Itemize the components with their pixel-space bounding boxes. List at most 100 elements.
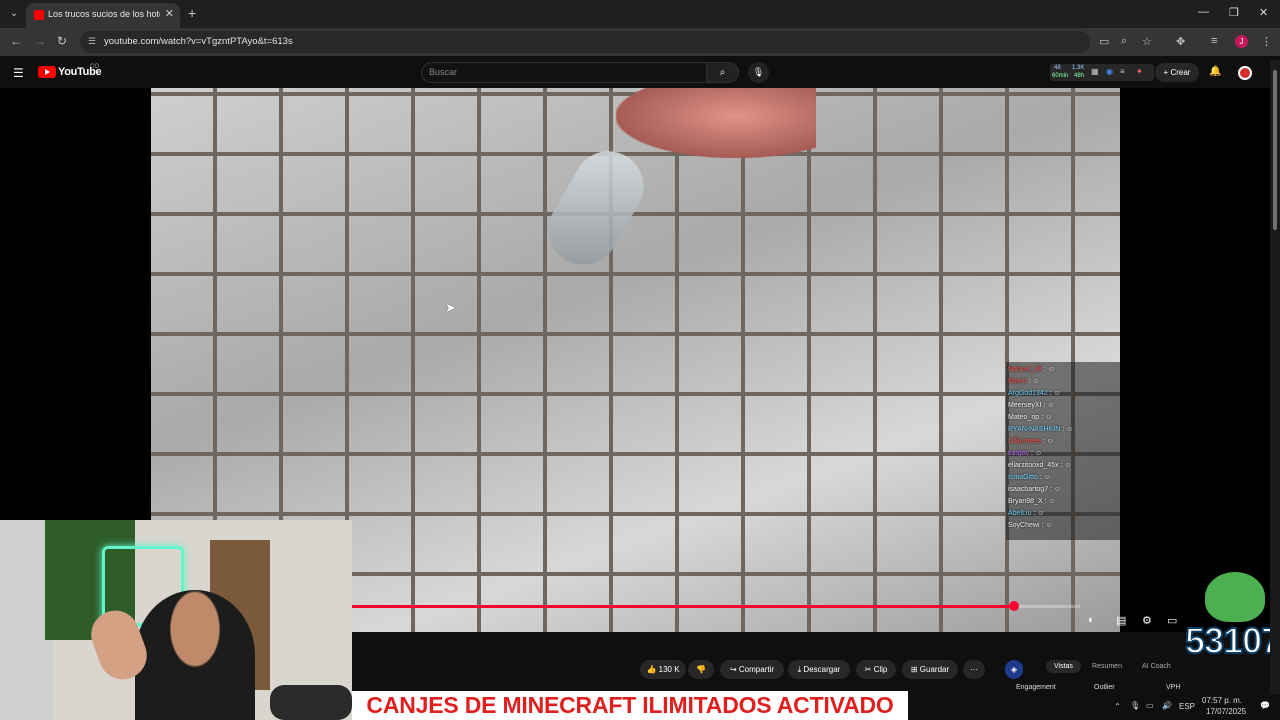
search-button[interactable]: ⌕ [706,62,739,83]
browser-menu-icon[interactable]: ⋮ [1261,35,1272,48]
thumbs-down-icon: 👎 [696,665,706,674]
pepe-emote-icon [1205,572,1265,622]
video-frame-object [535,138,657,278]
country-code: CO [90,64,99,70]
dislike-button[interactable]: 👎 [688,660,714,679]
tray-network-icon[interactable]: ▭ [1146,701,1154,710]
miniplayer-icon[interactable]: ▭ [1167,614,1177,627]
back-icon[interactable]: ← [10,34,22,48]
download-label: Descargar [803,665,841,674]
mic-icon: 🎙 [752,67,765,77]
like-count: 130 K [658,665,680,674]
tray-mic-icon[interactable]: 🎙 [1130,701,1140,710]
chat-message: AbelLiu : ☺ [1008,510,1045,517]
save-button[interactable]: ⊞ Guardar [902,660,958,679]
tray-volume-icon[interactable]: 🔊 [1162,701,1172,710]
subtitles-icon[interactable]: ▤ [1116,614,1126,627]
create-button[interactable]: + Crear [1155,63,1199,82]
new-tab-button[interactable]: + [188,5,196,21]
chat-message: MeerseyXI : ☺ [1008,402,1055,409]
streamer-webcam [0,520,352,720]
extension-stats-widget[interactable]: 48 60min 1.3K 48h ▦ ◉ ≡ ✦ [1050,64,1154,81]
tray-time[interactable]: 07:57 p. m. [1202,696,1242,705]
media-control-icon[interactable]: ≡ [1211,35,1217,47]
tray-date[interactable]: 17/07/2025 [1206,707,1246,716]
stream-chat-overlay: Nahuel_28 : ☺ Illsent : ☺ ArgGod1342 : ☺… [1006,362,1120,540]
grid-icon[interactable]: ▦ [1091,67,1099,76]
minimize-icon[interactable]: — [1198,6,1209,18]
tab-vistas[interactable]: Vistas [1046,660,1081,673]
ext-stat: 60min [1052,73,1069,79]
stream-banner: CANJES DE MINECRAFT ILIMITADOS ACTIVADO [352,691,908,720]
system-tray: ⌃ 🎙 ▭ 🔊 ESP 07:57 p. m. 17/07/2025 💬 [1110,695,1280,720]
list-icon[interactable]: ≡ [1120,67,1125,76]
share-button[interactable]: ↪ Compartir [720,660,784,679]
webcam-streamer [135,590,255,720]
guide-menu-icon[interactable]: ☰ [13,66,24,80]
forward-icon[interactable]: → [34,34,46,48]
tab-resumen[interactable]: Resumen [1092,663,1122,670]
create-label: Crear [1170,68,1191,77]
tab-search-icon[interactable]: ⌄ [6,6,22,22]
mouse-cursor-icon: ➤ [445,300,456,315]
progress-played [352,605,1015,608]
browser-tabstrip: ⌄ Los trucos sucios de los hoteles ✕ + —… [0,0,1280,28]
tab-ai-coach[interactable]: AI Coach [1142,663,1171,670]
site-info-icon[interactable]: ☰ [88,36,96,47]
metric-vph: VPH [1166,684,1181,691]
notification-center-icon[interactable]: 💬 [1260,701,1270,710]
video-frame-finger [616,88,816,158]
save-label: Guardar [919,665,950,674]
chat-message: ArgGod1342 : ☺ [1008,390,1061,397]
metric-engagement: Engagement [1016,684,1056,691]
chat-message: Bryan98_X : ☺ [1008,498,1056,505]
stream-counter: 53107 [1184,619,1280,662]
zoom-icon[interactable]: ⌕ [1121,35,1127,48]
chat-message: Nahuel_28 : ☺ [1008,366,1055,373]
chat-message: IsmaGitto : ☺ [1008,474,1051,481]
reload-icon[interactable]: ↻ [57,34,67,48]
webcam-microphone [270,685,352,720]
youtube-favicon-icon [34,10,44,20]
ext-stat: 1.3K [1072,65,1085,71]
profile-avatar[interactable]: J [1235,35,1248,48]
chat-message: Mateo_rip : ☺ [1008,414,1053,421]
bookmark-star-icon[interactable]: ☆ [1142,35,1152,48]
scrollbar-thumb[interactable] [1273,70,1277,230]
close-window-icon[interactable]: ✕ [1259,6,1268,19]
browser-tab[interactable]: Los trucos sucios de los hoteles ✕ [26,3,180,28]
search-placeholder: Buscar [429,67,458,77]
voice-search-button[interactable]: 🎙 [748,62,769,83]
tools-icon[interactable]: ✦ [1136,67,1143,76]
extensions-icon[interactable]: ✥ [1176,35,1185,48]
search-input[interactable]: Buscar [421,62,707,83]
extension-icon[interactable]: ◉ [1106,67,1113,76]
account-avatar[interactable] [1238,66,1252,80]
chat-message: tungoy : ☺ [1008,450,1043,457]
autoplay-toggle-icon[interactable]: ◐ [1088,614,1095,626]
ext-stat: 48h [1074,73,1085,79]
tab-title: Los trucos sucios de los hoteles [48,9,160,19]
youtube-header: ☰ YouTube CO Buscar ⌕ 🎙 48 60min 1.3K 48… [0,56,1280,88]
cast-icon[interactable]: ▭ [1099,35,1109,48]
page-scrollbar[interactable] [1270,60,1280,694]
tray-language[interactable]: ESP [1179,702,1195,711]
browser-toolbar: ← → ↻ ☰ youtube.com/watch?v=vTgzntPTAyo&… [0,28,1280,56]
youtube-logo-icon[interactable] [38,66,56,78]
analytics-extension-icon[interactable]: ◈ [1005,660,1023,679]
restore-icon[interactable]: ❐ [1229,6,1239,19]
like-button[interactable]: 👍 130 K [640,660,686,679]
download-button[interactable]: ⤓ Descargar [788,660,850,679]
settings-gear-icon[interactable]: ⚙ [1142,614,1152,627]
chat-message: SoyChewi : ☺ [1008,522,1053,529]
address-bar[interactable]: ☰ youtube.com/watch?v=vTgzntPTAyo&t=613s [80,31,1090,53]
chat-message: RYAN-NASHKIN : ☺ [1008,426,1074,433]
close-tab-icon[interactable]: ✕ [165,7,174,20]
progress-bar[interactable] [352,601,1080,611]
tray-chevron-icon[interactable]: ⌃ [1114,702,1121,711]
chat-message: eliarzitooxd_45x : ☺ [1008,462,1072,469]
share-label: Compartir [738,665,775,674]
notifications-bell-icon[interactable]: 🔔 [1209,66,1221,77]
more-actions-button[interactable]: ··· [963,660,985,679]
clip-button[interactable]: ✂ Clip [856,660,896,679]
